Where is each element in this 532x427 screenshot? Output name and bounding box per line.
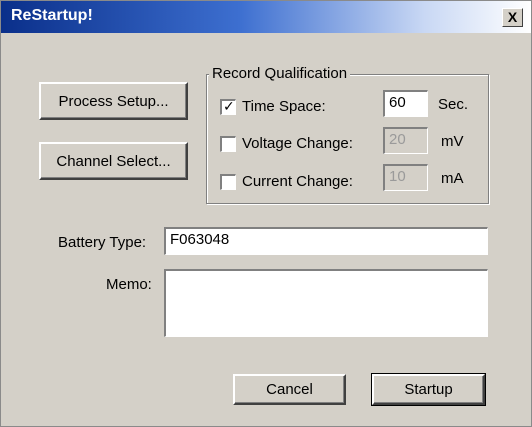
time-space-checkbox[interactable]: ✓: [220, 97, 236, 115]
voltage-change-label: Voltage Change:: [242, 135, 353, 152]
current-change-input[interactable]: 10: [383, 164, 428, 191]
time-space-input[interactable]: 60: [383, 90, 428, 117]
current-change-label: Current Change:: [242, 173, 353, 190]
current-change-checkbox[interactable]: [220, 173, 236, 190]
checkmark-icon: ✓: [223, 97, 235, 114]
time-space-unit: Sec.: [438, 96, 469, 113]
time-space-label: Time Space:: [242, 98, 326, 115]
restartup-dialog: ReStartup! X Process Setup... Channel Se…: [0, 0, 532, 427]
current-change-unit: mA: [441, 170, 464, 187]
voltage-change-input[interactable]: 20: [383, 127, 428, 154]
voltage-change-option[interactable]: Voltage Change:: [220, 135, 353, 152]
startup-button[interactable]: Startup: [371, 373, 486, 406]
title-bar: ReStartup! X: [1, 1, 531, 33]
battery-type-input[interactable]: F063048: [164, 227, 488, 255]
process-setup-button[interactable]: Process Setup...: [39, 82, 188, 120]
record-qualification-title: Record Qualification: [209, 65, 351, 82]
current-change-option[interactable]: Current Change:: [220, 173, 353, 190]
channel-select-button[interactable]: Channel Select...: [39, 142, 188, 180]
memo-label: Memo:: [106, 276, 152, 293]
time-space-option[interactable]: ✓ Time Space:: [220, 98, 326, 115]
window-title: ReStartup!: [11, 7, 93, 24]
memo-input[interactable]: [164, 269, 488, 337]
voltage-change-checkbox[interactable]: [220, 135, 236, 152]
battery-type-label: Battery Type:: [58, 234, 147, 251]
cancel-button[interactable]: Cancel: [233, 374, 346, 405]
close-button[interactable]: X: [502, 8, 523, 27]
voltage-change-unit: mV: [441, 133, 464, 150]
